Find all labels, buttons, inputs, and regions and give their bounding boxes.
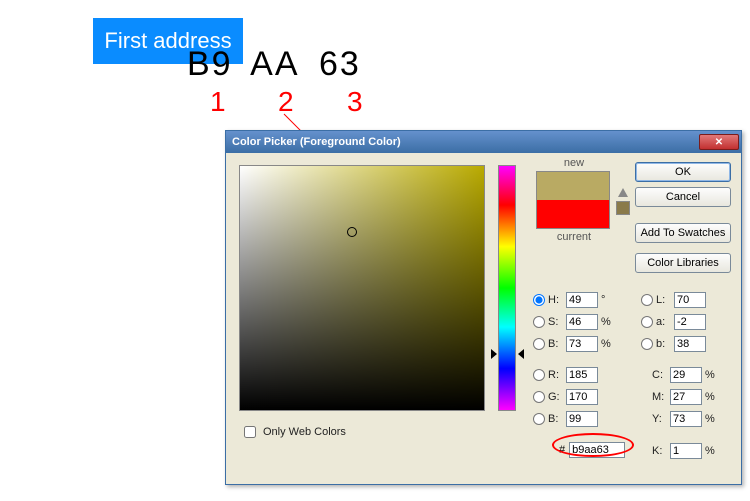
k-unit: % [705,445,717,457]
b-rgb-radio[interactable] [533,413,545,425]
y-label: Y: [652,413,670,425]
m-input[interactable] [670,389,702,405]
a-radio[interactable] [641,316,653,328]
h-label: H: [548,294,566,306]
y-unit: % [705,413,717,425]
lab-b-label: b: [656,338,674,350]
g-radio[interactable] [533,391,545,403]
close-button[interactable]: ✕ [699,134,739,150]
y-field: Y: % [652,410,717,428]
c-input[interactable] [670,367,702,383]
g-label: G: [548,391,566,403]
a-input[interactable] [674,314,706,330]
k-input[interactable] [670,443,702,459]
m-unit: % [705,391,717,403]
new-color-swatch [537,172,609,200]
hex-label: # [559,444,565,456]
hex-byte-2: AA [250,45,299,83]
r-radio[interactable] [533,369,545,381]
b-rgb-field[interactable]: B: [533,410,613,428]
b-hsb-radio[interactable] [533,338,545,350]
k-field: K: % [652,442,717,460]
close-icon: ✕ [715,137,723,148]
a-field[interactable]: a: [641,313,721,331]
c-label: C: [652,369,670,381]
only-web-colors-input[interactable] [244,426,256,438]
h-input[interactable] [566,292,598,308]
lab-b-radio[interactable] [641,338,653,350]
b-hsb-input[interactable] [566,336,598,352]
hue-slider[interactable] [498,165,516,411]
s-input[interactable] [566,314,598,330]
current-color-swatch [537,200,609,228]
b-rgb-input[interactable] [566,411,598,427]
g-input[interactable] [566,389,598,405]
only-web-colors-checkbox[interactable]: Only Web Colors [240,423,346,441]
ok-button[interactable]: OK [635,162,731,182]
only-web-colors-label: Only Web Colors [263,426,346,438]
s-unit: % [601,316,613,328]
l-radio[interactable] [641,294,653,306]
counter-1: 1 [210,86,226,118]
m-field: M: % [652,388,717,406]
c-unit: % [705,369,717,381]
g-field[interactable]: G: [533,388,613,406]
b-hsb-label: B: [548,338,566,350]
lab-b-input[interactable] [674,336,706,352]
counter-2: 2 [278,86,294,118]
new-color-label: new [544,157,604,169]
s-label: S: [548,316,566,328]
r-field[interactable]: R: [533,366,613,384]
b-hsb-unit: % [601,338,613,350]
b-hsb-field[interactable]: B: % [533,335,613,353]
h-unit: ° [601,294,613,306]
color-picker-dialog: Color Picker (Foreground Color) ✕ new cu… [225,130,742,485]
l-field[interactable]: L: [641,291,721,309]
l-input[interactable] [674,292,706,308]
gamut-warning-icon[interactable] [618,188,628,197]
color-swatch[interactable] [536,171,610,229]
hex-byte-1: B9 [187,45,233,83]
c-field: C: % [652,366,717,384]
y-input[interactable] [670,411,702,427]
color-libraries-button[interactable]: Color Libraries [635,253,731,273]
add-to-swatches-button[interactable]: Add To Swatches [635,223,731,243]
picker-indicator [347,227,357,237]
l-label: L: [656,294,674,306]
color-field[interactable] [239,165,485,411]
h-radio[interactable] [533,294,545,306]
current-color-label: current [540,231,608,243]
hex-bytes: B9 AA 63 [187,45,369,84]
s-radio[interactable] [533,316,545,328]
hex-input[interactable] [569,442,625,458]
a-label: a: [656,316,674,328]
k-label: K: [652,445,670,457]
gamut-swatch[interactable] [616,201,630,215]
b-rgb-label: B: [548,413,566,425]
counter-3: 3 [347,86,363,118]
titlebar[interactable]: Color Picker (Foreground Color) ✕ [226,131,741,153]
hex-field[interactable]: # [559,442,625,458]
s-field[interactable]: S: % [533,313,613,331]
r-input[interactable] [566,367,598,383]
lab-b-field[interactable]: b: [641,335,721,353]
m-label: M: [652,391,670,403]
r-label: R: [548,369,566,381]
h-field[interactable]: H: ° [533,291,613,309]
hex-byte-3: 63 [319,45,361,83]
cancel-button[interactable]: Cancel [635,187,731,207]
dialog-title: Color Picker (Foreground Color) [232,136,699,148]
